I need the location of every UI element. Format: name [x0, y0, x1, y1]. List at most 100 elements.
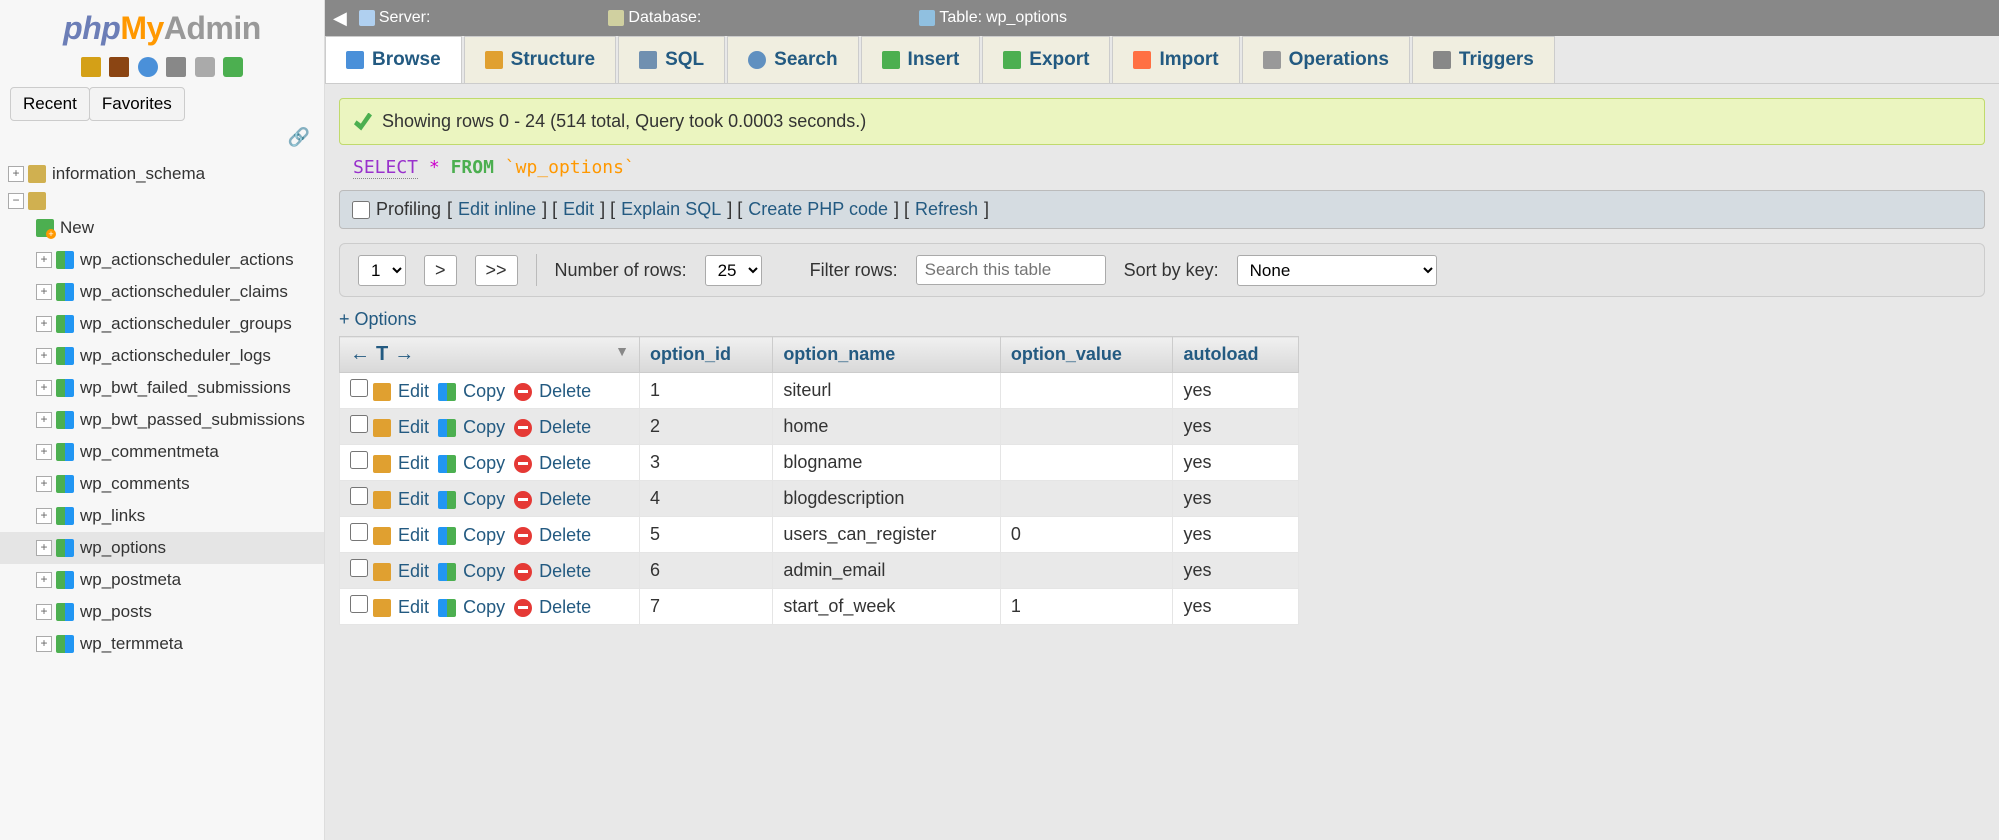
delete-link[interactable]: Delete [539, 453, 591, 473]
nav-arrow-icon[interactable]: ◀ [333, 8, 347, 29]
row-checkbox[interactable] [350, 595, 368, 613]
edit-inline-link[interactable]: Edit inline [458, 199, 536, 220]
edit-link[interactable]: Edit [398, 417, 429, 437]
tree-table-wp_posts[interactable]: +wp_posts [0, 596, 324, 628]
expand-icon[interactable]: + [8, 166, 24, 182]
row-checkbox[interactable] [350, 379, 368, 397]
tree-table-wp_actionscheduler_actions[interactable]: +wp_actionscheduler_actions [0, 244, 324, 276]
delete-link[interactable]: Delete [539, 597, 591, 617]
nav-arrows-icon[interactable]: ←T→ [350, 343, 420, 365]
delete-link[interactable]: Delete [539, 525, 591, 545]
tab-operations[interactable]: Operations [1242, 36, 1410, 83]
expand-icon[interactable]: + [36, 572, 52, 588]
row-checkbox[interactable] [350, 451, 368, 469]
tree-table-wp_bwt_passed_submissions[interactable]: +wp_bwt_passed_submissions [0, 404, 324, 436]
new-table-link[interactable]: New [0, 212, 324, 244]
expand-icon[interactable]: + [36, 508, 52, 524]
expand-icon[interactable]: + [36, 636, 52, 652]
col-option-value[interactable]: option_value [1000, 337, 1173, 373]
next-page-button[interactable]: > [424, 255, 457, 286]
row-checkbox[interactable] [350, 487, 368, 505]
settings-icon[interactable] [195, 57, 215, 77]
numrows-select[interactable]: 25 [705, 255, 762, 286]
tree-table-wp_actionscheduler_groups[interactable]: +wp_actionscheduler_groups [0, 308, 324, 340]
sql-query-icon[interactable] [166, 57, 186, 77]
expand-icon[interactable]: + [36, 476, 52, 492]
tab-import[interactable]: Import [1112, 36, 1239, 83]
tab-export[interactable]: Export [982, 36, 1110, 83]
expand-icon[interactable]: + [36, 380, 52, 396]
edit-link[interactable]: Edit [398, 597, 429, 617]
expand-icon[interactable]: + [36, 348, 52, 364]
tab-search[interactable]: Search [727, 36, 858, 83]
copy-link[interactable]: Copy [463, 453, 505, 473]
delete-link[interactable]: Delete [539, 489, 591, 509]
copy-link[interactable]: Copy [463, 417, 505, 437]
delete-link[interactable]: Delete [539, 417, 591, 437]
col-option-name[interactable]: option_name [773, 337, 1001, 373]
tree-table-wp_bwt_failed_submissions[interactable]: +wp_bwt_failed_submissions [0, 372, 324, 404]
row-checkbox[interactable] [350, 523, 368, 541]
tree-table-wp_comments[interactable]: +wp_comments [0, 468, 324, 500]
copy-link[interactable]: Copy [463, 561, 505, 581]
home-icon[interactable] [81, 57, 101, 77]
copy-link[interactable]: Copy [463, 525, 505, 545]
db-information-schema[interactable]: + information_schema [0, 158, 324, 190]
edit-link[interactable]: Edit [563, 199, 594, 220]
row-checkbox[interactable] [350, 415, 368, 433]
tab-structure[interactable]: Structure [464, 36, 616, 83]
copy-link[interactable]: Copy [463, 381, 505, 401]
recent-tab[interactable]: Recent [10, 87, 90, 121]
filter-input[interactable] [916, 255, 1106, 285]
edit-link[interactable]: Edit [398, 525, 429, 545]
edit-link[interactable]: Edit [398, 561, 429, 581]
tab-browse[interactable]: Browse [325, 36, 462, 83]
collapse-icon[interactable]: − [8, 193, 24, 209]
crumb-server[interactable]: Server: [359, 9, 435, 27]
expand-icon[interactable]: + [36, 444, 52, 460]
last-page-button[interactable]: >> [475, 255, 518, 286]
edit-link[interactable]: Edit [398, 489, 429, 509]
explain-sql-link[interactable]: Explain SQL [621, 199, 721, 220]
sort-dropdown-icon[interactable]: ▼ [615, 343, 629, 359]
tree-table-wp_links[interactable]: +wp_links [0, 500, 324, 532]
refresh-link[interactable]: Refresh [915, 199, 978, 220]
tree-table-wp_options[interactable]: +wp_options [0, 532, 324, 564]
delete-link[interactable]: Delete [539, 381, 591, 401]
delete-link[interactable]: Delete [539, 561, 591, 581]
options-toggle-link[interactable]: + Options [339, 309, 417, 330]
expand-icon[interactable]: + [36, 252, 52, 268]
db-current[interactable]: − [0, 190, 324, 212]
expand-icon[interactable]: + [36, 604, 52, 620]
tab-sql[interactable]: SQL [618, 36, 725, 83]
copy-link[interactable]: Copy [463, 489, 505, 509]
tab-triggers[interactable]: Triggers [1412, 36, 1555, 83]
crumb-database[interactable]: Database: [608, 9, 705, 27]
page-select[interactable]: 1 [358, 255, 406, 286]
tree-table-wp_actionscheduler_claims[interactable]: +wp_actionscheduler_claims [0, 276, 324, 308]
help-icon[interactable] [138, 57, 158, 77]
col-autoload[interactable]: autoload [1173, 337, 1299, 373]
expand-icon[interactable]: + [36, 316, 52, 332]
tree-table-wp_actionscheduler_logs[interactable]: +wp_actionscheduler_logs [0, 340, 324, 372]
create-php-link[interactable]: Create PHP code [748, 199, 888, 220]
profiling-checkbox[interactable] [352, 201, 370, 219]
sort-select[interactable]: None [1237, 255, 1437, 286]
edit-link[interactable]: Edit [398, 453, 429, 473]
logout-icon[interactable] [109, 57, 129, 77]
row-checkbox[interactable] [350, 559, 368, 577]
link-chain-icon[interactable]: 🔗 [0, 121, 324, 154]
crumb-table[interactable]: Table: wp_options [919, 9, 1067, 27]
tree-table-wp_commentmeta[interactable]: +wp_commentmeta [0, 436, 324, 468]
col-option-id[interactable]: option_id [640, 337, 773, 373]
tab-insert[interactable]: Insert [861, 36, 981, 83]
tree-table-wp_postmeta[interactable]: +wp_postmeta [0, 564, 324, 596]
expand-icon[interactable]: + [36, 540, 52, 556]
tree-table-wp_termmeta[interactable]: +wp_termmeta [0, 628, 324, 660]
reload-icon[interactable] [223, 57, 243, 77]
favorites-tab[interactable]: Favorites [89, 87, 185, 121]
edit-link[interactable]: Edit [398, 381, 429, 401]
copy-link[interactable]: Copy [463, 597, 505, 617]
expand-icon[interactable]: + [36, 412, 52, 428]
expand-icon[interactable]: + [36, 284, 52, 300]
